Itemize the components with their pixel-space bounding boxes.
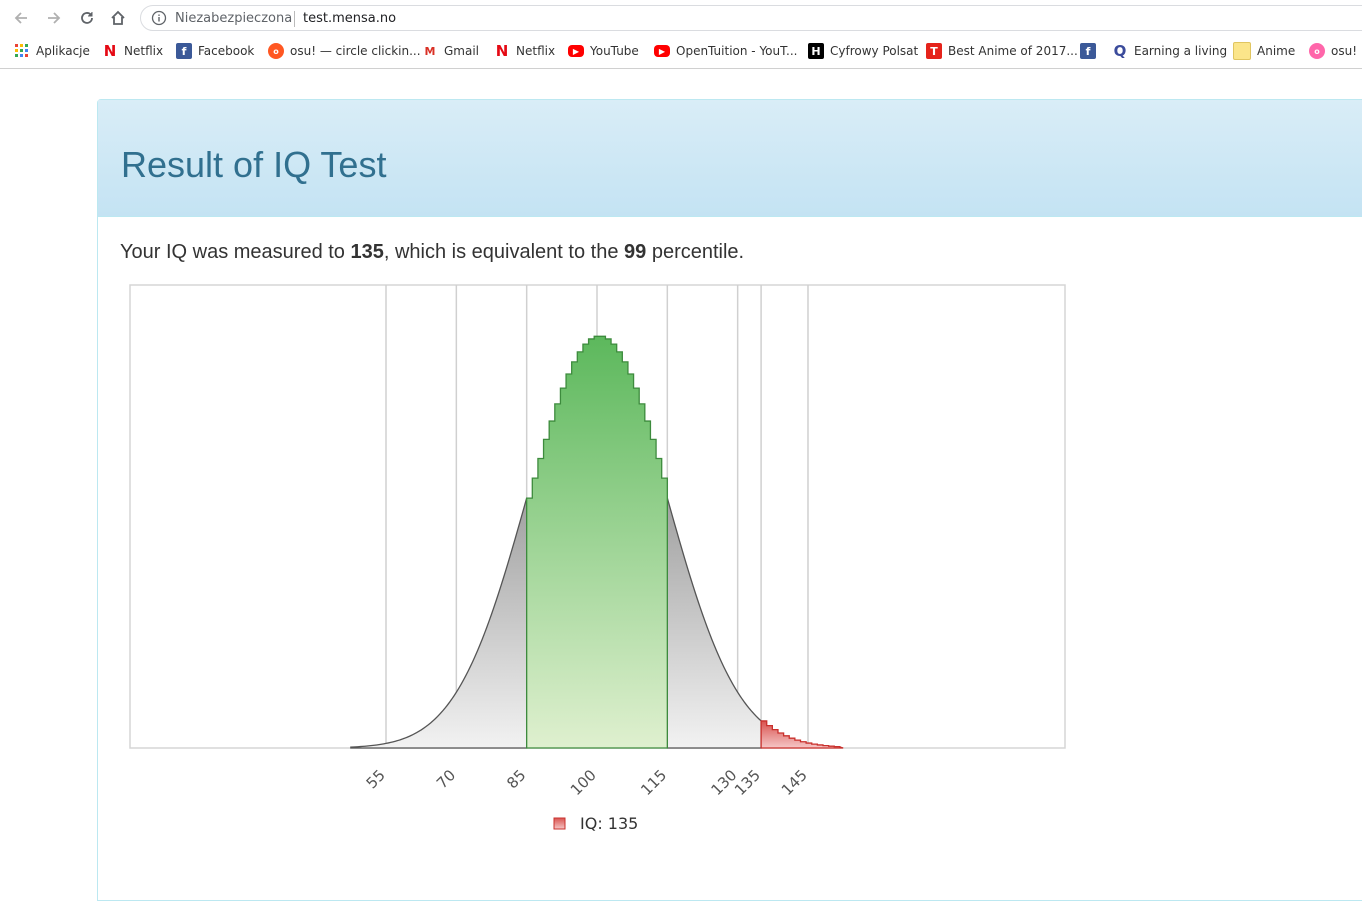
- bookmark-label: osu!: [1331, 44, 1358, 58]
- bookmark-label: Anime: [1257, 44, 1296, 58]
- bookmark-item[interactable]: ▶ YouTube: [568, 42, 639, 60]
- bookmark-label: Facebook: [198, 44, 255, 58]
- bookmark-item[interactable]: H Cyfrowy Polsat: [808, 42, 918, 60]
- x-tick-label: 135: [731, 766, 764, 799]
- facebook-icon: f: [176, 43, 192, 59]
- bookmark-label: Netflix: [516, 44, 556, 58]
- bookmark-item[interactable]: o osu!: [1309, 42, 1357, 60]
- gmail-icon: M: [424, 44, 436, 58]
- netflix-icon: N: [103, 42, 117, 60]
- home-icon: [111, 10, 125, 25]
- bookmark-item[interactable]: N Netflix: [102, 42, 163, 60]
- youtube-icon: ▶: [654, 45, 670, 57]
- folder-note-icon: [1233, 42, 1251, 60]
- arrow-left-icon: [14, 12, 27, 24]
- bookmark-label: Best Anime of 2017...: [948, 44, 1078, 58]
- info-icon[interactable]: [151, 10, 167, 26]
- bookmark-item[interactable]: N Netflix: [494, 42, 555, 60]
- x-tick-label: 85: [503, 766, 529, 792]
- bookmark-label: YouTube: [590, 44, 639, 58]
- result-summary: Your IQ was measured to 135, which is eq…: [120, 241, 744, 264]
- bookmark-item[interactable]: M Gmail: [422, 42, 480, 60]
- address-separator: [294, 11, 295, 27]
- forward-button[interactable]: [42, 6, 66, 30]
- bookmark-item[interactable]: Q Earning a living: [1112, 42, 1228, 60]
- bookmark-item[interactable]: f: [1080, 42, 1102, 60]
- x-tick-label: 145: [778, 766, 811, 799]
- youtube-icon: ▶: [568, 45, 584, 57]
- bookmark-label: Netflix: [124, 44, 164, 58]
- iq-value: 135: [350, 241, 384, 263]
- panel-heading: Result of IQ Test: [98, 100, 1362, 217]
- arrow-right-icon: [48, 12, 61, 24]
- bookmark-label: osu! — circle clickin...: [290, 44, 421, 58]
- reload-button[interactable]: [75, 6, 99, 30]
- osu-icon: o: [268, 43, 284, 59]
- bookmark-item[interactable]: o osu! — circle clickin...: [268, 42, 421, 60]
- facebook-icon: f: [1080, 43, 1096, 59]
- summary-suffix: percentile.: [646, 241, 745, 263]
- legend-label: IQ: 135: [580, 814, 638, 833]
- percentile-value: 99: [624, 241, 647, 263]
- bookmark-item[interactable]: Aplikacje: [14, 42, 90, 60]
- bookmark-label: Aplikacje: [36, 44, 90, 58]
- bookmark-item[interactable]: Anime: [1233, 42, 1295, 60]
- browser-toolbar: Niezabezpieczona test.mensa.no: [0, 0, 1362, 36]
- osu-pink-icon: o: [1309, 43, 1325, 59]
- security-status: Niezabezpieczona: [175, 11, 293, 26]
- x-tick-label: 100: [567, 766, 600, 799]
- quora-icon: Q: [1113, 42, 1127, 60]
- back-button[interactable]: [9, 6, 33, 30]
- legend-swatch: [553, 817, 566, 830]
- x-tick-label: 55: [363, 766, 389, 792]
- bookmark-item[interactable]: f Facebook: [176, 42, 254, 60]
- bookmarks-bar: Aplikacje N Netflix f Facebook o osu! — circle…: [0, 36, 1362, 69]
- hbo-go-icon: H: [808, 43, 824, 59]
- bookmark-label: Gmail: [444, 44, 480, 58]
- bookmark-label: Earning a living: [1134, 44, 1228, 58]
- bookmark-item[interactable]: ▶ OpenTuition - YouT...: [654, 42, 797, 60]
- x-tick-label: 70: [433, 766, 459, 792]
- bookmark-label: OpenTuition - YouT...: [676, 44, 798, 58]
- home-button[interactable]: [106, 6, 130, 30]
- reload-icon: [81, 12, 93, 24]
- t-icon: T: [926, 43, 942, 59]
- netflix-icon: N: [495, 42, 509, 60]
- bookmark-item[interactable]: T Best Anime of 2017...: [926, 42, 1078, 60]
- x-tick-label: 115: [637, 766, 670, 799]
- bookmark-label: Cyfrowy Polsat: [830, 44, 919, 58]
- page-title: Result of IQ Test: [121, 144, 387, 185]
- summary-middle: , which is equivalent to the: [383, 241, 625, 263]
- summary-prefix: Your IQ was measured to: [120, 241, 351, 263]
- address-bar[interactable]: Niezabezpieczona test.mensa.no: [140, 5, 1362, 31]
- apps-grid-icon: [14, 43, 30, 59]
- url-text[interactable]: test.mensa.no: [303, 11, 396, 26]
- iq-distribution-chart: 55 70 85 100 115 130135 145IQ: 135: [129, 284, 1066, 833]
